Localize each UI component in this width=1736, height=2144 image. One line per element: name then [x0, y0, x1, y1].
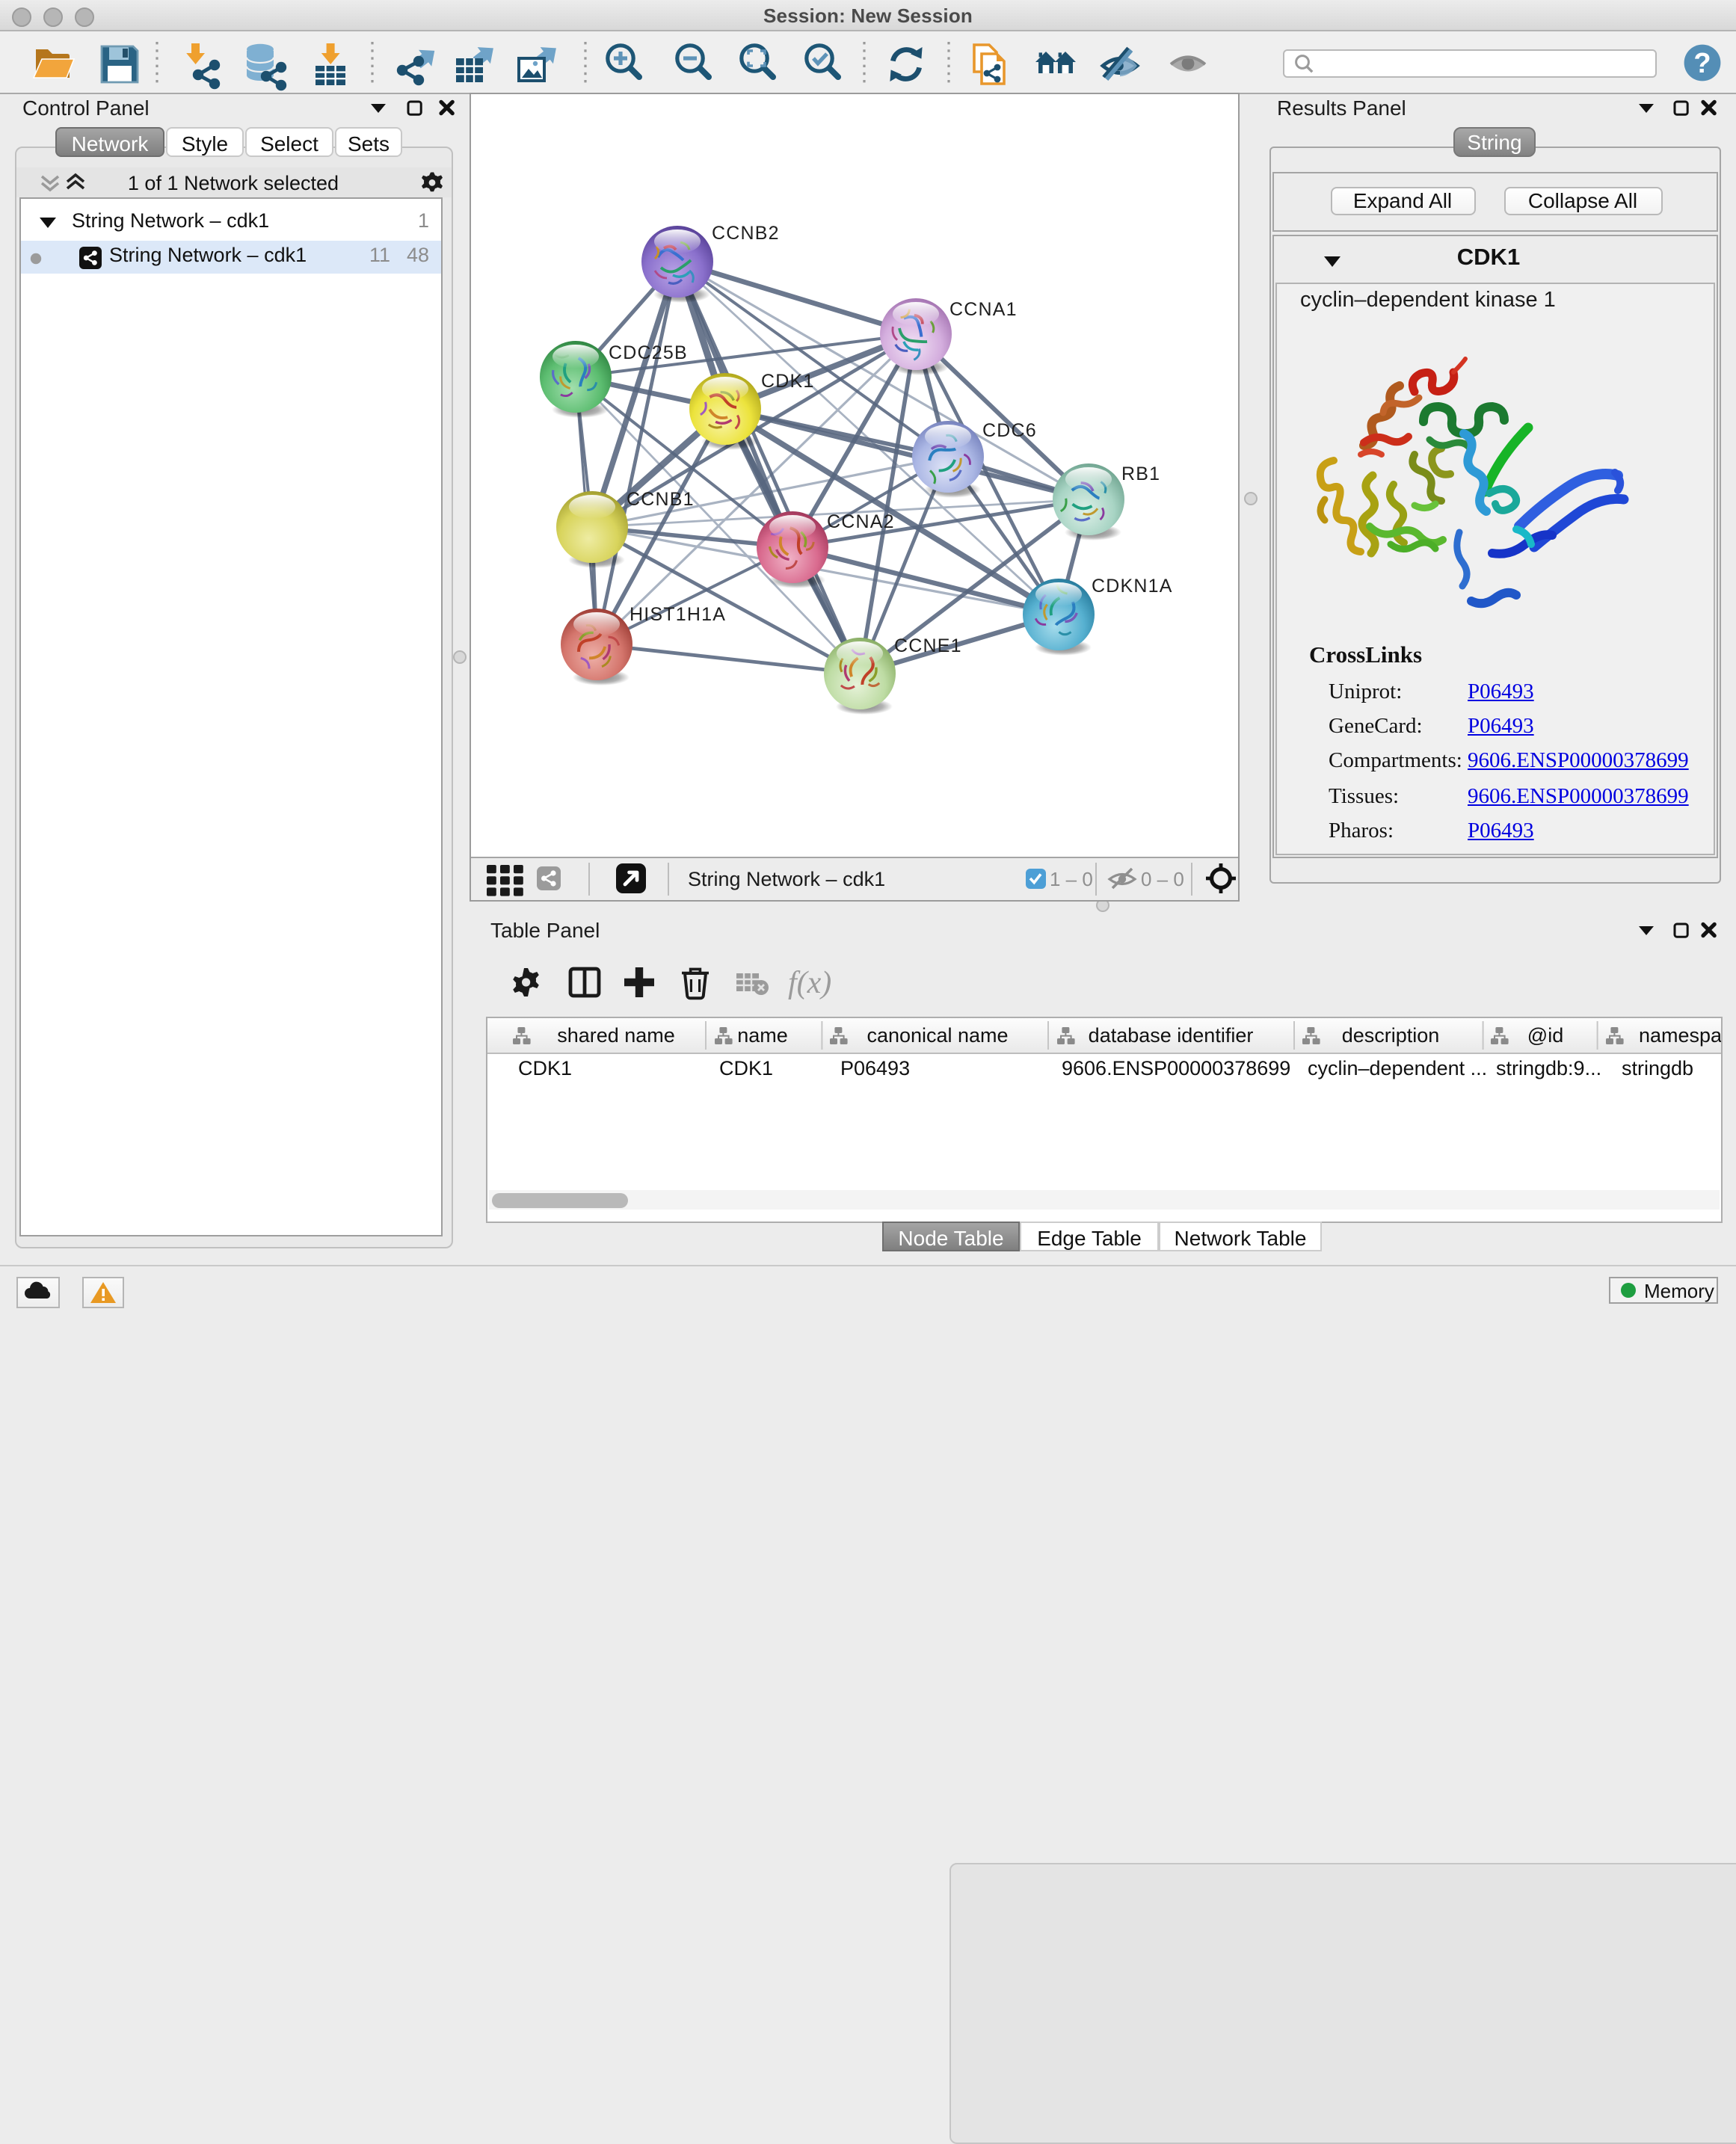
svg-text:0 – 0: 0 – 0 [1141, 868, 1184, 890]
svg-text:@id: @id [1527, 1024, 1563, 1047]
svg-text:database identifier: database identifier [1088, 1024, 1253, 1047]
svg-text:f(x): f(x) [787, 966, 831, 1000]
svg-text:CCNA2: CCNA2 [827, 511, 895, 532]
svg-text:CCNB2: CCNB2 [712, 223, 780, 244]
svg-text:CDC25B: CDC25B [609, 342, 688, 363]
svg-text:shared name: shared name [556, 1024, 674, 1047]
svg-text:CDK1: CDK1 [761, 371, 815, 392]
svg-text:namespace: namespace [1638, 1024, 1721, 1047]
svg-text:RB1: RB1 [1121, 463, 1160, 484]
svg-text:CCNB1: CCNB1 [627, 489, 695, 510]
svg-text:HIST1H1A: HIST1H1A [630, 604, 726, 625]
svg-text:CDKN1A: CDKN1A [1092, 576, 1173, 597]
svg-text:CCNE1: CCNE1 [894, 635, 962, 656]
svg-text:String Network – cdk1: String Network – cdk1 [688, 868, 885, 890]
svg-text:description: description [1341, 1024, 1439, 1047]
svg-text:1 – 0: 1 – 0 [1050, 868, 1093, 890]
svg-text:?: ? [1693, 48, 1711, 79]
svg-text:canonical name: canonical name [866, 1024, 1007, 1047]
svg-text:CCNA1: CCNA1 [949, 299, 1018, 320]
svg-text:CDC6: CDC6 [982, 420, 1037, 441]
svg-text:name: name [736, 1024, 787, 1047]
